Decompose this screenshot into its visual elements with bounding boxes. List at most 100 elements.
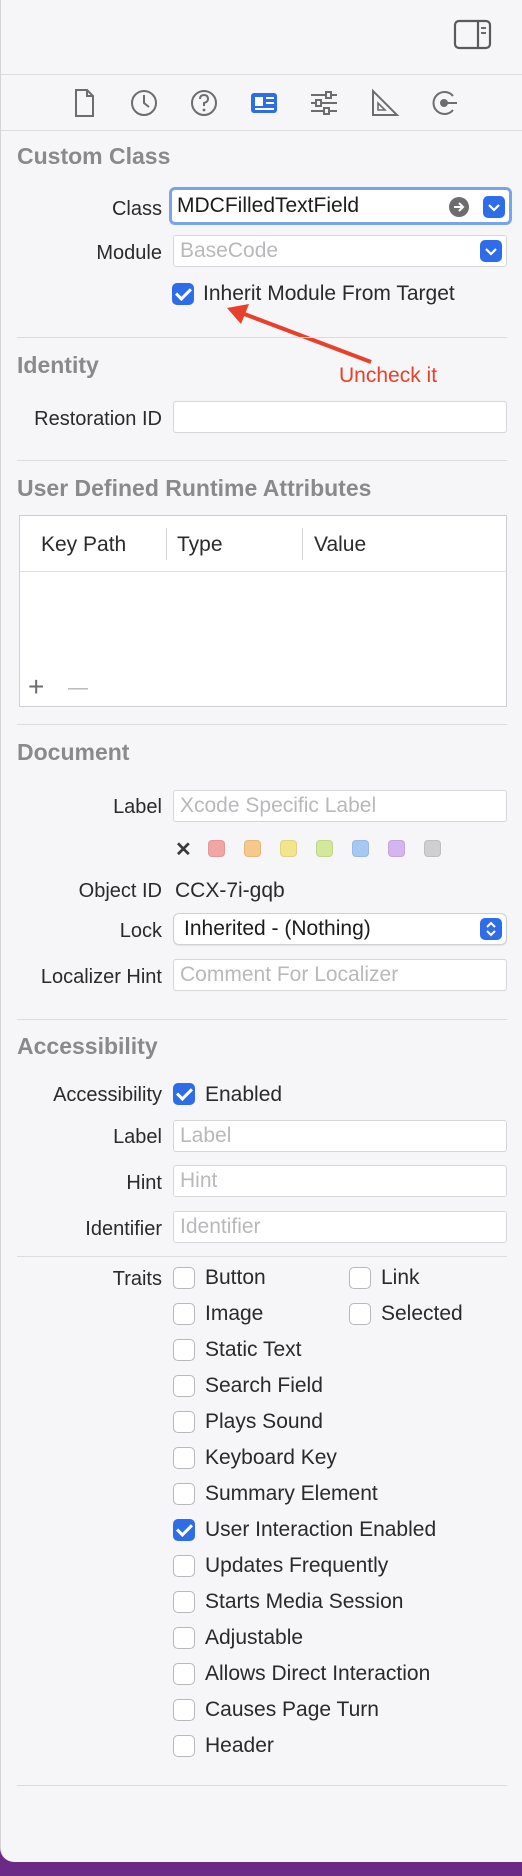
trait-label: Starts Media Session [205,1590,404,1613]
lock-popup-stepper[interactable] [480,918,502,940]
trait-checkbox[interactable] [173,1375,195,1397]
accessibility-hint-input[interactable]: Hint [173,1165,507,1197]
toggle-inspector-icon[interactable] [453,18,493,52]
custom-class-section-title: Custom Class [17,143,171,169]
annotation-arrow-icon [227,304,372,364]
trait-label: Allows Direct Interaction [205,1662,431,1685]
identity-inspector-panel: Custom Class Class MDCFilledTextField Mo… [0,0,522,1862]
chevron-down-icon [485,248,497,256]
identity-section-title: Identity [17,352,99,378]
bottom-divider [17,1785,507,1786]
trait-checkbox[interactable] [349,1303,371,1325]
class-combobox[interactable]: MDCFilledTextField [169,187,512,225]
object-id-value: CCX-7i-gqb [175,879,285,902]
trait-checkbox[interactable] [173,1303,195,1325]
localizer-hint-input[interactable]: Comment For Localizer [173,959,507,991]
trait-label: Summary Element [205,1482,378,1505]
trait-checkbox[interactable] [173,1483,195,1505]
go-to-class-arrow-icon[interactable] [448,196,470,218]
trait-label: Button [205,1266,266,1289]
column-header[interactable]: Type [177,533,223,557]
table-header: Key Path Type Value [20,516,506,572]
add-attribute-button[interactable]: + [28,673,44,701]
trait-label: Selected [381,1302,463,1325]
document-label-placeholder: Xcode Specific Label [180,794,377,817]
trait-checkbox[interactable] [173,1519,195,1541]
color-swatch[interactable] [316,840,333,857]
color-swatch[interactable] [388,840,405,857]
accessibility-label: Accessibility [53,1084,162,1106]
trait-checkbox[interactable] [349,1267,371,1289]
trait-label: Updates Frequently [205,1554,389,1577]
trait-label: Keyboard Key [205,1446,337,1469]
module-placeholder: BaseCode [180,239,279,262]
color-swatch[interactable] [244,840,261,857]
module-combobox[interactable]: BaseCode [173,235,507,267]
accessibility-hint-label: Hint [126,1172,162,1194]
column-header[interactable]: Value [314,533,366,557]
trait-label: Adjustable [205,1626,304,1649]
accessibility-label-input[interactable]: Label [173,1120,507,1152]
module-label: Module [96,242,162,264]
restoration-id-input[interactable] [173,401,507,433]
trait-label: Image [205,1302,264,1325]
section-divider [17,724,507,725]
object-id-label: Object ID [78,880,162,902]
trait-checkbox[interactable] [173,1663,195,1685]
localizer-hint-label: Localizer Hint [40,966,162,988]
section-divider [17,1019,507,1020]
module-dropdown-button[interactable] [480,240,502,262]
trait-checkbox[interactable] [173,1627,195,1649]
accessibility-section-title: Accessibility [17,1033,158,1059]
runtime-attributes-table[interactable]: Key Path Type Value + — [19,515,507,707]
color-swatch[interactable] [208,840,225,857]
toolbar-divider [1,74,522,75]
identity-inspector-icon[interactable] [247,86,281,120]
trait-checkbox[interactable] [173,1339,195,1361]
lock-popup-button[interactable]: Inherited - (Nothing) [173,913,507,945]
trait-checkbox[interactable] [173,1699,195,1721]
accessibility-identifier-input[interactable]: Identifier [173,1211,507,1243]
size-inspector-icon[interactable] [367,86,401,120]
connections-inspector-icon[interactable] [427,86,461,120]
class-dropdown-button[interactable] [483,196,505,218]
restoration-id-label: Restoration ID [34,408,162,430]
lock-value: Inherited - (Nothing) [184,917,371,940]
chevron-down-icon [488,204,500,212]
color-swatch[interactable] [280,840,297,857]
clear-color-icon[interactable]: ✕ [175,837,192,862]
trait-checkbox[interactable] [173,1267,195,1289]
color-swatch[interactable] [352,840,369,857]
trait-checkbox[interactable] [173,1411,195,1433]
column-header[interactable]: Key Path [41,533,126,557]
attributes-inspector-icon[interactable] [307,86,341,120]
accessibility-enabled-label: Enabled [205,1083,283,1106]
chevron-up-down-icon [486,921,496,937]
trait-label: Causes Page Turn [205,1698,379,1721]
document-label-input[interactable]: Xcode Specific Label [173,790,507,822]
traits-label: Traits [112,1268,162,1290]
section-divider [17,337,507,338]
quick-help-icon[interactable] [187,86,221,120]
history-inspector-icon[interactable] [127,86,161,120]
accessibility-enabled-checkbox[interactable] [173,1083,195,1105]
accessibility-label-label: Label [113,1126,162,1148]
trait-label: Header [205,1734,274,1757]
tabs-divider [1,130,522,131]
remove-attribute-button[interactable]: — [68,676,88,700]
trait-label: Link [381,1266,420,1289]
trait-checkbox[interactable] [173,1591,195,1613]
document-section-title: Document [17,739,130,765]
file-inspector-icon[interactable] [67,86,101,120]
trait-checkbox[interactable] [173,1555,195,1577]
trait-checkbox[interactable] [173,1735,195,1757]
traits-divider [17,1256,507,1257]
inherit-module-checkbox[interactable] [172,283,194,305]
runtime-attributes-section-title: User Defined Runtime Attributes [17,475,372,501]
trait-label: Static Text [205,1338,302,1361]
accessibility-label-placeholder: Label [180,1124,232,1147]
localizer-hint-placeholder: Comment For Localizer [180,963,399,986]
color-swatch[interactable] [424,840,441,857]
trait-checkbox[interactable] [173,1447,195,1469]
class-value: MDCFilledTextField [177,194,360,217]
